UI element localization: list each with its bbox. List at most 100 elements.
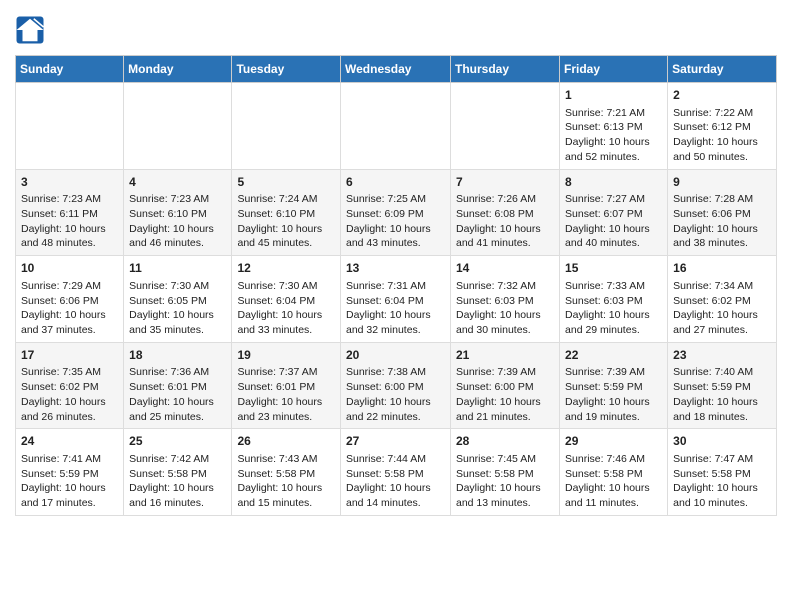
day-number: 15 bbox=[565, 260, 662, 277]
calendar-cell: 17Sunrise: 7:35 AMSunset: 6:02 PMDayligh… bbox=[16, 342, 124, 429]
calendar-cell: 25 Sunrise: 7:42 AMSunset: 5:58 PMDayligh… bbox=[124, 429, 232, 516]
calendar-cell: 9Sunrise: 7:28 AMSunset: 6:06 PMDaylight… bbox=[668, 169, 777, 256]
day-number: 1 bbox=[565, 87, 662, 104]
day-info: Sunrise: 7:47 AMSunset: 5:58 PMDaylight:… bbox=[673, 452, 771, 511]
calendar-cell: 16Sunrise: 7:34 AMSunset: 6:02 PMDayligh… bbox=[668, 256, 777, 343]
calendar-week-5: 24 Sunrise: 7:41 AMSunset: 5:59 PMDayligh… bbox=[16, 429, 777, 516]
calendar-cell: 19Sunrise: 7:37 AMSunset: 6:01 PMDayligh… bbox=[232, 342, 341, 429]
calendar-cell bbox=[16, 83, 124, 170]
calendar-cell: 3Sunrise: 7:23 AMSunset: 6:11 PMDaylight… bbox=[16, 169, 124, 256]
day-number: 28 bbox=[456, 433, 554, 450]
day-number: 13 bbox=[346, 260, 445, 277]
day-info: Sunrise: 7:23 AMSunset: 6:10 PMDaylight:… bbox=[129, 192, 226, 251]
calendar-header-monday: Monday bbox=[124, 56, 232, 83]
day-info: Sunrise: 7:44 AMSunset: 5:58 PMDaylight:… bbox=[346, 452, 445, 511]
day-info: Sunrise: 7:35 AMSunset: 6:02 PMDaylight:… bbox=[21, 365, 118, 424]
calendar-cell: 18Sunrise: 7:36 AMSunset: 6:01 PMDayligh… bbox=[124, 342, 232, 429]
day-info: Sunrise: 7:39 AMSunset: 6:00 PMDaylight:… bbox=[456, 365, 554, 424]
day-info: Sunrise: 7:22 AMSunset: 6:12 PMDaylight:… bbox=[673, 106, 771, 165]
calendar-header-sunday: Sunday bbox=[16, 56, 124, 83]
day-info: Sunrise: 7:24 AMSunset: 6:10 PMDaylight:… bbox=[237, 192, 335, 251]
day-info: Sunrise: 7:38 AMSunset: 6:00 PMDaylight:… bbox=[346, 365, 445, 424]
calendar-cell: 4Sunrise: 7:23 AMSunset: 6:10 PMDaylight… bbox=[124, 169, 232, 256]
day-info: Sunrise: 7:37 AMSunset: 6:01 PMDaylight:… bbox=[237, 365, 335, 424]
calendar-cell: 23Sunrise: 7:40 AMSunset: 5:59 PMDayligh… bbox=[668, 342, 777, 429]
calendar: SundayMondayTuesdayWednesdayThursdayFrid… bbox=[15, 55, 777, 516]
day-info: Sunrise: 7:23 AMSunset: 6:11 PMDaylight:… bbox=[21, 192, 118, 251]
day-info: Sunrise: 7:31 AMSunset: 6:04 PMDaylight:… bbox=[346, 279, 445, 338]
calendar-cell bbox=[341, 83, 451, 170]
calendar-cell: 20Sunrise: 7:38 AMSunset: 6:00 PMDayligh… bbox=[341, 342, 451, 429]
day-info: Sunrise: 7:46 AMSunset: 5:58 PMDaylight:… bbox=[565, 452, 662, 511]
day-info: Sunrise: 7:43 AMSunset: 5:58 PMDaylight:… bbox=[237, 452, 335, 511]
calendar-cell: 30 Sunrise: 7:47 AMSunset: 5:58 PMDayligh… bbox=[668, 429, 777, 516]
logo bbox=[15, 15, 49, 45]
day-info: Sunrise: 7:39 AMSunset: 5:59 PMDaylight:… bbox=[565, 365, 662, 424]
day-info: Sunrise: 7:21 AMSunset: 6:13 PMDaylight:… bbox=[565, 106, 662, 165]
day-info: Sunrise: 7:29 AMSunset: 6:06 PMDaylight:… bbox=[21, 279, 118, 338]
day-info: Sunrise: 7:32 AMSunset: 6:03 PMDaylight:… bbox=[456, 279, 554, 338]
calendar-cell: 5Sunrise: 7:24 AMSunset: 6:10 PMDaylight… bbox=[232, 169, 341, 256]
calendar-week-1: 1 Sunrise: 7:21 AMSunset: 6:13 PMDaylight… bbox=[16, 83, 777, 170]
day-info: Sunrise: 7:27 AMSunset: 6:07 PMDaylight:… bbox=[565, 192, 662, 251]
calendar-cell: 14 Sunrise: 7:32 AMSunset: 6:03 PMDayligh… bbox=[451, 256, 560, 343]
day-number: 19 bbox=[237, 347, 335, 364]
calendar-cell: 29Sunrise: 7:46 AMSunset: 5:58 PMDayligh… bbox=[560, 429, 668, 516]
day-number: 27 bbox=[346, 433, 445, 450]
day-number: 12 bbox=[237, 260, 335, 277]
calendar-cell: 7Sunrise: 7:26 AMSunset: 6:08 PMDaylight… bbox=[451, 169, 560, 256]
calendar-header-row: SundayMondayTuesdayWednesdayThursdayFrid… bbox=[16, 56, 777, 83]
calendar-header-thursday: Thursday bbox=[451, 56, 560, 83]
day-number: 2 bbox=[673, 87, 771, 104]
calendar-week-3: 10 Sunrise: 7:29 AMSunset: 6:06 PMDayligh… bbox=[16, 256, 777, 343]
calendar-cell: 11Sunrise: 7:30 AMSunset: 6:05 PMDayligh… bbox=[124, 256, 232, 343]
calendar-header-tuesday: Tuesday bbox=[232, 56, 341, 83]
page: SundayMondayTuesdayWednesdayThursdayFrid… bbox=[0, 0, 792, 526]
day-info: Sunrise: 7:41 AMSunset: 5:59 PMDaylight:… bbox=[21, 452, 118, 511]
day-info: Sunrise: 7:45 AMSunset: 5:58 PMDaylight:… bbox=[456, 452, 554, 511]
calendar-header-wednesday: Wednesday bbox=[341, 56, 451, 83]
day-number: 10 bbox=[21, 260, 118, 277]
day-number: 17 bbox=[21, 347, 118, 364]
calendar-cell: 2 Sunrise: 7:22 AMSunset: 6:12 PMDaylight… bbox=[668, 83, 777, 170]
day-number: 22 bbox=[565, 347, 662, 364]
day-number: 7 bbox=[456, 174, 554, 191]
day-number: 24 bbox=[21, 433, 118, 450]
day-number: 4 bbox=[129, 174, 226, 191]
calendar-cell bbox=[124, 83, 232, 170]
calendar-cell: 15Sunrise: 7:33 AMSunset: 6:03 PMDayligh… bbox=[560, 256, 668, 343]
calendar-cell: 6Sunrise: 7:25 AMSunset: 6:09 PMDaylight… bbox=[341, 169, 451, 256]
day-info: Sunrise: 7:42 AMSunset: 5:58 PMDaylight:… bbox=[129, 452, 226, 511]
day-number: 25 bbox=[129, 433, 226, 450]
day-info: Sunrise: 7:26 AMSunset: 6:08 PMDaylight:… bbox=[456, 192, 554, 251]
day-number: 30 bbox=[673, 433, 771, 450]
calendar-header-friday: Friday bbox=[560, 56, 668, 83]
calendar-cell: 1 Sunrise: 7:21 AMSunset: 6:13 PMDaylight… bbox=[560, 83, 668, 170]
calendar-cell: 27 Sunrise: 7:44 AMSunset: 5:58 PMDayligh… bbox=[341, 429, 451, 516]
calendar-cell bbox=[451, 83, 560, 170]
day-number: 20 bbox=[346, 347, 445, 364]
day-number: 14 bbox=[456, 260, 554, 277]
calendar-cell: 12Sunrise: 7:30 AMSunset: 6:04 PMDayligh… bbox=[232, 256, 341, 343]
calendar-cell: 8Sunrise: 7:27 AMSunset: 6:07 PMDaylight… bbox=[560, 169, 668, 256]
calendar-cell: 10 Sunrise: 7:29 AMSunset: 6:06 PMDayligh… bbox=[16, 256, 124, 343]
day-number: 18 bbox=[129, 347, 226, 364]
day-info: Sunrise: 7:30 AMSunset: 6:05 PMDaylight:… bbox=[129, 279, 226, 338]
logo-icon bbox=[15, 15, 45, 45]
day-number: 8 bbox=[565, 174, 662, 191]
day-number: 9 bbox=[673, 174, 771, 191]
calendar-week-2: 3Sunrise: 7:23 AMSunset: 6:11 PMDaylight… bbox=[16, 169, 777, 256]
day-number: 3 bbox=[21, 174, 118, 191]
calendar-cell: 21Sunrise: 7:39 AMSunset: 6:00 PMDayligh… bbox=[451, 342, 560, 429]
calendar-cell: 26Sunrise: 7:43 AMSunset: 5:58 PMDayligh… bbox=[232, 429, 341, 516]
day-number: 21 bbox=[456, 347, 554, 364]
day-info: Sunrise: 7:40 AMSunset: 5:59 PMDaylight:… bbox=[673, 365, 771, 424]
day-number: 16 bbox=[673, 260, 771, 277]
day-number: 5 bbox=[237, 174, 335, 191]
calendar-week-4: 17Sunrise: 7:35 AMSunset: 6:02 PMDayligh… bbox=[16, 342, 777, 429]
day-number: 6 bbox=[346, 174, 445, 191]
calendar-cell: 28 Sunrise: 7:45 AMSunset: 5:58 PMDayligh… bbox=[451, 429, 560, 516]
day-number: 23 bbox=[673, 347, 771, 364]
calendar-cell: 22Sunrise: 7:39 AMSunset: 5:59 PMDayligh… bbox=[560, 342, 668, 429]
calendar-cell: 24 Sunrise: 7:41 AMSunset: 5:59 PMDayligh… bbox=[16, 429, 124, 516]
